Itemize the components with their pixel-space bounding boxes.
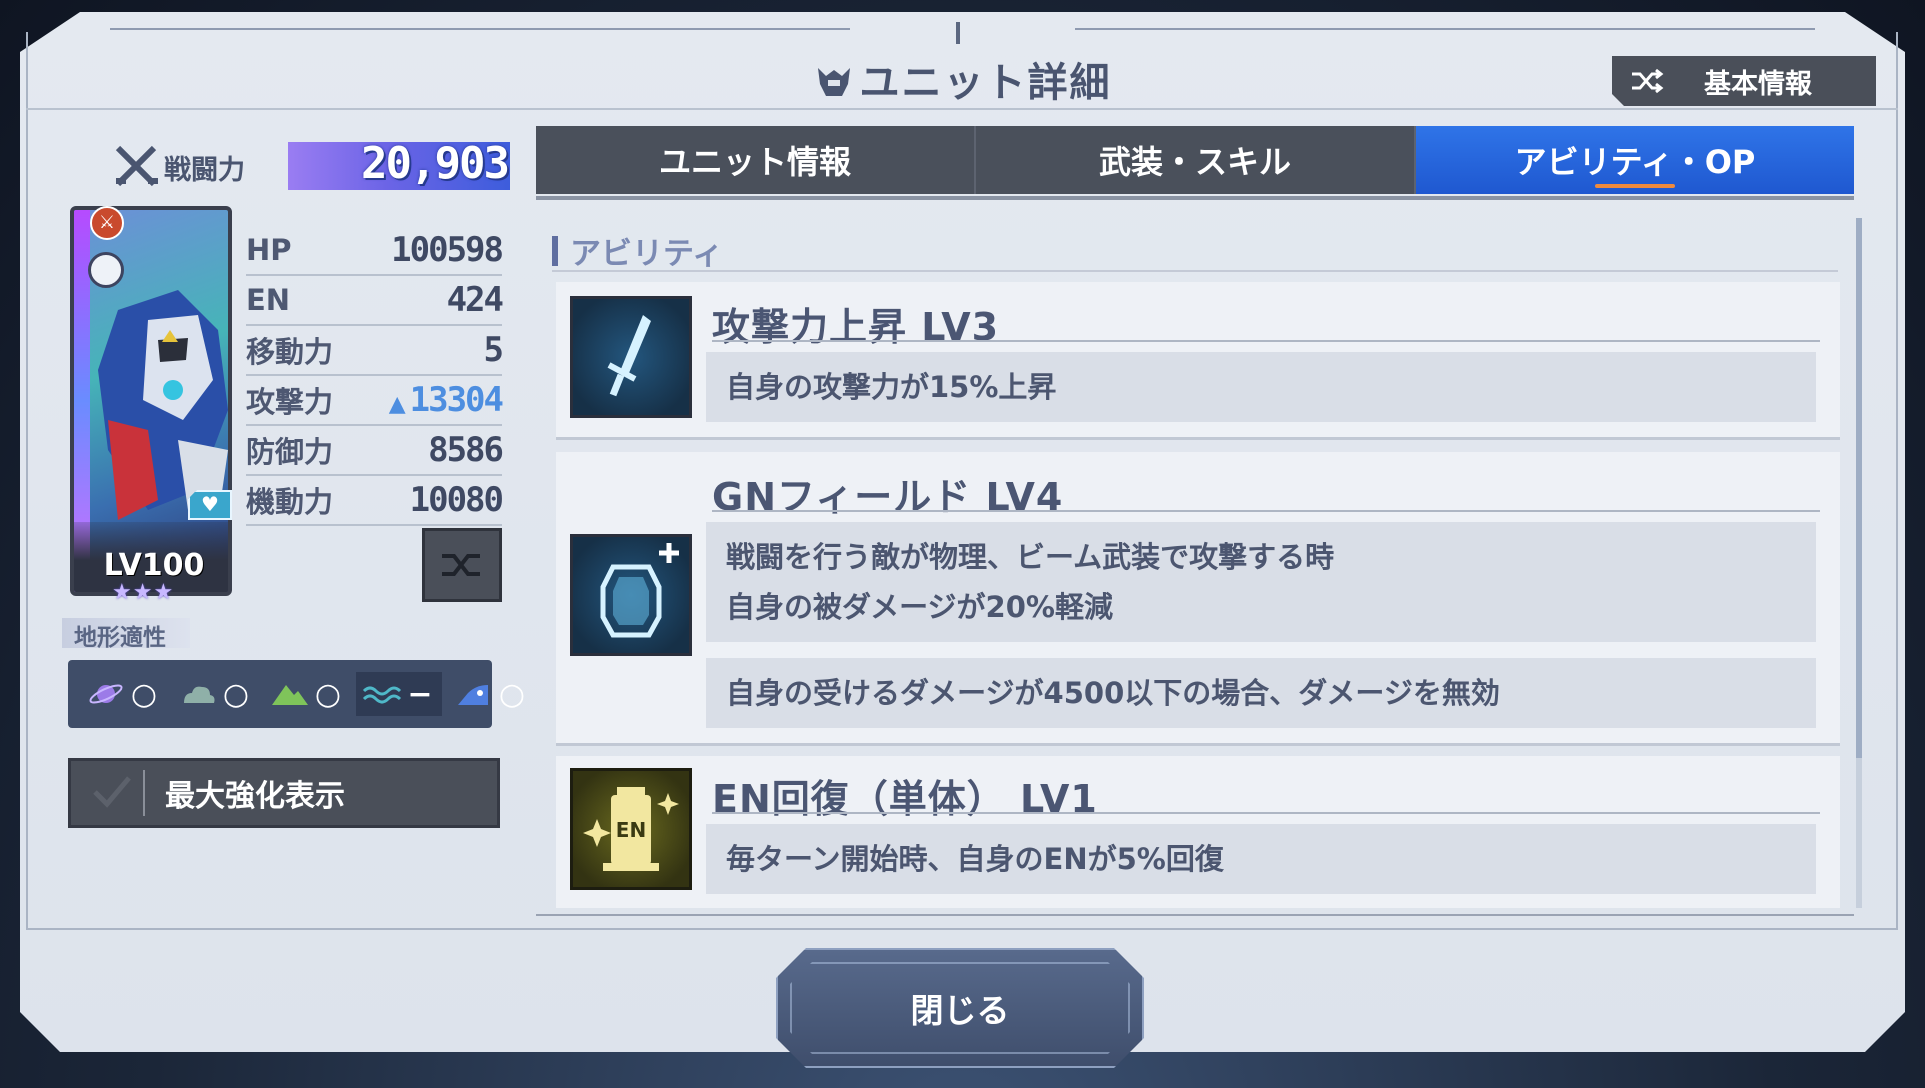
- stat-row-mobility: 機動力 10080: [246, 476, 504, 526]
- max-enhance-toggle[interactable]: 最大強化表示: [68, 758, 500, 828]
- space-planet-icon: [89, 684, 123, 704]
- terrain-label: 地形適性: [62, 618, 190, 651]
- section-divider: [552, 270, 1838, 272]
- section-bar: [552, 235, 558, 266]
- stat-label: EN: [246, 283, 291, 317]
- ability-name: GNフィールド LV4: [712, 475, 1064, 519]
- stat-label: 機動力: [246, 485, 334, 519]
- unit-level: LV100: [103, 548, 205, 583]
- unit-stats: HP 100598 EN 424 移動力 5 攻撃力 ▲ 13304 防御力 85…: [246, 226, 505, 526]
- tabs-underline: [536, 196, 1854, 200]
- ability-desc-line: 戦闘を行う敵が物理、ビーム武装で攻撃する時: [726, 540, 1335, 574]
- stat-row-attack: 攻撃力 ▲ 13304: [246, 376, 504, 426]
- ability-description-extra: 自身の受けるダメージが4500以下の場合、ダメージを無効: [706, 658, 1816, 728]
- favorite-heart-icon[interactable]: ♥: [188, 490, 232, 520]
- terrain-grade: ○: [222, 676, 250, 712]
- clock-badge-icon: [88, 252, 124, 288]
- ability-card: 攻撃力上昇 LV3 自身の攻撃力が15%上昇: [556, 282, 1840, 440]
- ability-description: 自身の攻撃力が15%上昇: [706, 352, 1816, 422]
- ability-desc-line: 毎ターン開始時、自身のENが5%回復: [726, 842, 1224, 876]
- water-wave-icon: [362, 686, 402, 704]
- terrain-grade: ○: [130, 676, 158, 712]
- stat-value: 10080: [409, 480, 504, 520]
- close-label: 閉じる: [910, 991, 1010, 1030]
- ability-card: EN EN回復（単体） LV1 毎ターン開始時、自身のENが5%回復: [556, 756, 1840, 908]
- detail-tabs: ユニット情報 武装・スキル アビリティ・OP: [536, 126, 1854, 194]
- stat-value: 100598: [391, 230, 504, 270]
- underwater-icon: [458, 685, 488, 705]
- stat-value: 424: [446, 280, 504, 320]
- power-value: 20,903: [361, 138, 510, 189]
- stat-row-hp: HP 100598: [246, 226, 504, 276]
- shuffle-icon: [442, 554, 480, 576]
- ability-icon: [570, 534, 692, 656]
- ability-name-divider: [712, 812, 1820, 814]
- max-enhance-label: 最大強化表示: [165, 779, 345, 814]
- sword-icon: [607, 315, 651, 397]
- terrain-grade: ○: [498, 676, 526, 712]
- page-title-text: ユニット詳細: [859, 60, 1112, 106]
- ground-mountain-icon: [272, 685, 308, 705]
- terrain-grade: −: [407, 676, 433, 712]
- ability-description: 毎ターン開始時、自身のENが5%回復: [706, 824, 1816, 894]
- scrollbar-thumb[interactable]: [1856, 218, 1862, 758]
- stat-label: 移動力: [246, 335, 334, 369]
- ability-desc-line: 自身の受けるダメージが4500以下の場合、ダメージを無効: [726, 676, 1500, 710]
- compare-toggle-button[interactable]: [422, 528, 502, 602]
- unit-mech-icon: [814, 62, 854, 102]
- stat-value: 5: [483, 330, 505, 370]
- ability-icon: EN: [570, 768, 692, 890]
- stat-value: 8586: [428, 430, 504, 470]
- shuffle-icon: [1630, 68, 1664, 94]
- ability-desc-line: 自身の被ダメージが20%軽減: [726, 590, 1113, 624]
- attack-type-badge-icon: ⚔: [90, 206, 124, 240]
- stat-label: 防御力: [246, 435, 334, 469]
- shield-plus-icon: [600, 543, 679, 638]
- stat-label: HP: [246, 233, 292, 267]
- ability-name-divider: [712, 510, 1820, 512]
- tab-abilities-op[interactable]: アビリティ・OP: [1416, 126, 1854, 194]
- section-title: アビリティ: [570, 236, 724, 272]
- unit-rarity-stars: ★★★: [112, 580, 175, 605]
- terrain-underwater: ○: [448, 672, 534, 716]
- terrain-ground: ○: [264, 672, 350, 716]
- ability-name-divider: [712, 340, 1820, 342]
- tab-weapons-skills[interactable]: 武装・スキル: [976, 126, 1416, 194]
- terrain-air: ○: [172, 672, 258, 716]
- top-decor-line-right: [1075, 28, 1815, 30]
- checkbox-icon: [87, 770, 145, 816]
- ability-name: EN回復（単体） LV1: [712, 777, 1098, 821]
- terrain-water: −: [356, 672, 442, 716]
- top-decor-line-left: [110, 28, 850, 30]
- terrain-aptitude: ○ ○ ○ − ○: [68, 660, 525, 728]
- basic-info-button[interactable]: 基本情報: [1612, 56, 1876, 106]
- stat-value: 13304: [409, 380, 504, 420]
- ability-description: 戦闘を行う敵が物理、ビーム武装で攻撃する時 自身の被ダメージが20%軽減: [706, 522, 1816, 642]
- stat-label: 攻撃力: [246, 385, 334, 419]
- stat-row-move: 移動力 5: [246, 326, 505, 376]
- tab-unit-info[interactable]: ユニット情報: [536, 126, 976, 194]
- close-button[interactable]: 閉じる: [776, 948, 1144, 1068]
- stat-row-defense: 防御力 8586: [246, 426, 504, 476]
- terrain-grade: ○: [314, 676, 342, 712]
- section-header: アビリティ: [552, 228, 723, 273]
- header-divider: [26, 108, 1898, 110]
- air-cloud-icon: [184, 686, 215, 703]
- ability-name: 攻撃力上昇 LV3: [712, 305, 1000, 349]
- ability-card: GNフィールド LV4 戦闘を行う敵が物理、ビーム武装で攻撃する時 自身の被ダメ…: [556, 452, 1840, 746]
- stat-row-en: EN 424: [246, 276, 504, 326]
- stat-boost-arrow-icon: ▲: [388, 392, 406, 417]
- ability-desc-line: 自身の攻撃力が15%上昇: [726, 370, 1057, 404]
- ability-icon: [570, 296, 692, 418]
- top-center-tick: [956, 22, 960, 44]
- power-label: 戦闘力: [164, 155, 245, 186]
- basic-info-label: 基本情報: [1704, 68, 1812, 100]
- svg-text:EN: EN: [616, 818, 646, 842]
- en-tank-icon: EN: [583, 787, 679, 871]
- crossed-swords-icon: [115, 145, 158, 187]
- terrain-space: ○: [80, 672, 166, 716]
